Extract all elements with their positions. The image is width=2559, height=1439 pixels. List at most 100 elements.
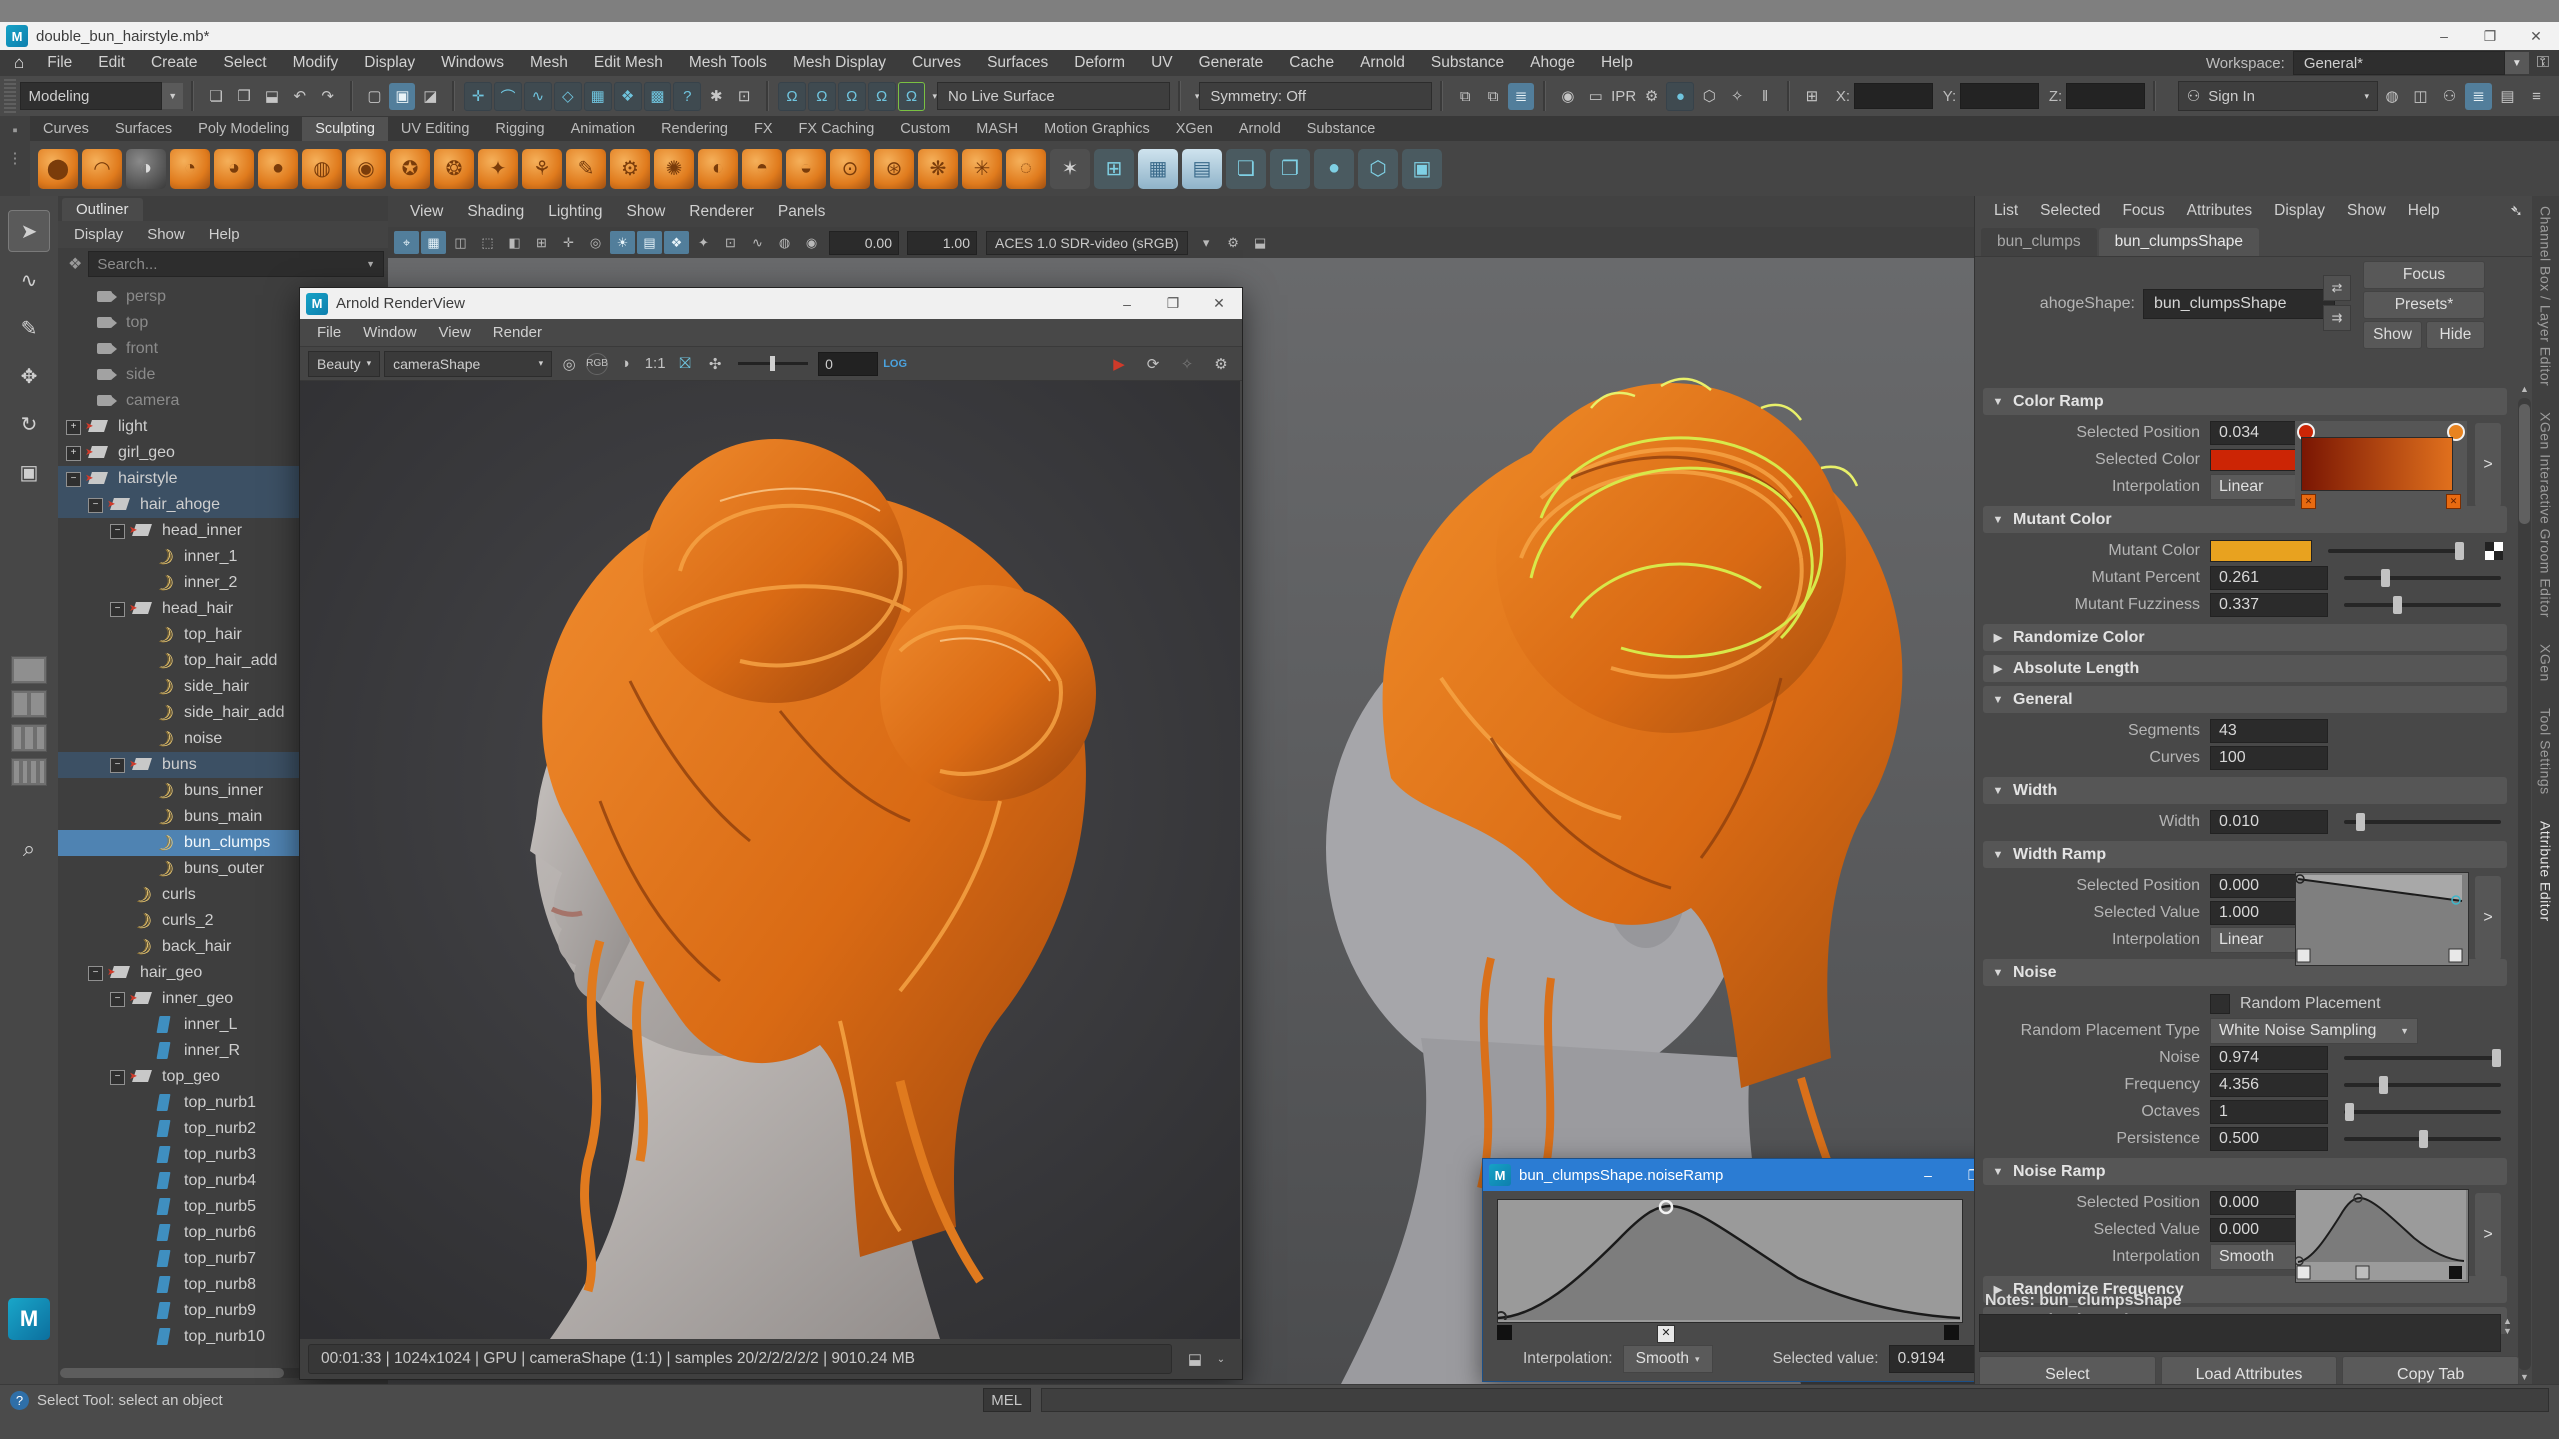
open-scene-icon[interactable]: ❒ xyxy=(231,83,257,110)
substance-badge-icon[interactable]: ◍ xyxy=(2379,83,2405,110)
smooth-tool-icon[interactable]: ◠ xyxy=(82,149,122,189)
viewport-settings-icon[interactable]: ⚙ xyxy=(1221,231,1246,254)
section-randomize-color[interactable]: ▶Randomize Color xyxy=(1983,624,2507,651)
octaves-field[interactable]: 1 xyxy=(2210,1100,2328,1124)
texture-icon[interactable]: ◍ xyxy=(772,231,797,254)
layout-single-button[interactable] xyxy=(11,656,47,684)
move-tool[interactable]: ✥ xyxy=(9,356,49,396)
shelf-tab[interactable]: Arnold xyxy=(1226,117,1294,141)
ramp-delete-right[interactable]: ✕ xyxy=(2446,494,2461,509)
tree-expander[interactable]: − xyxy=(66,472,81,487)
menubar-item[interactable]: Mesh xyxy=(517,50,581,76)
colorspace-select[interactable]: ACES 1.0 SDR-video (sRGB) xyxy=(986,231,1188,255)
selection-lock-icon[interactable]: ✱ xyxy=(703,83,729,110)
outliner-menu-item[interactable]: Display xyxy=(64,223,133,246)
menubar-item[interactable]: Select xyxy=(211,50,280,76)
snap-magnet-grid-icon[interactable]: Ω xyxy=(778,82,806,111)
material-sphere-icon[interactable]: ● xyxy=(1666,82,1694,111)
field-chart-icon[interactable]: ⊞ xyxy=(529,231,554,254)
select-hierarchy-icon[interactable]: ▢ xyxy=(362,83,388,110)
freeze-tool-icon[interactable]: ◒ xyxy=(786,149,826,189)
noise-ramp-window[interactable]: M bun_clumpsShape.noiseRamp – ❐ ✕ ✕ Inte… xyxy=(1482,1158,2044,1382)
ao-icon[interactable]: ❖ xyxy=(664,231,689,254)
show-button[interactable]: Show xyxy=(2363,321,2422,349)
grid-coords-icon[interactable]: ⊞ xyxy=(1799,83,1825,110)
pin-icon[interactable]: ➴ xyxy=(2510,201,2523,221)
right-panel-tab[interactable]: Tool Settings xyxy=(2538,708,2554,795)
foamy-tool-icon[interactable]: ◍ xyxy=(302,149,342,189)
shelf-tab[interactable]: Surfaces xyxy=(102,117,185,141)
attribute-editor-menu-item[interactable]: Focus xyxy=(2111,202,2175,220)
safe-title-icon[interactable]: ◎ xyxy=(583,231,608,254)
tree-expander[interactable]: − xyxy=(110,524,125,539)
tree-expander[interactable]: − xyxy=(110,758,125,773)
right-panel-tab[interactable]: Attribute Editor xyxy=(2538,821,2554,922)
log-display-icon[interactable]: LOG xyxy=(882,352,908,376)
outliner-filter-icon[interactable]: ❖ xyxy=(68,254,82,274)
menu-set-arrow-icon[interactable]: ▼ xyxy=(162,83,183,109)
knife-tool-icon[interactable]: ⚙ xyxy=(610,149,650,189)
noise-ramp-graph[interactable] xyxy=(1497,1199,1963,1323)
workspace-select[interactable]: General* xyxy=(2293,51,2505,75)
spray-tool-icon[interactable]: ◉ xyxy=(346,149,386,189)
outliner-tab[interactable]: Outliner xyxy=(62,198,143,221)
home-icon[interactable]: ⌂ xyxy=(14,53,24,73)
renderview-menu-item[interactable]: View xyxy=(428,324,482,341)
smear-tool-icon[interactable]: ✺ xyxy=(654,149,694,189)
snap-magnet-point-icon[interactable]: Ω xyxy=(838,82,866,111)
renderview-maximize-button[interactable]: ❐ xyxy=(1150,290,1196,318)
mel-toggle[interactable]: MEL xyxy=(983,1388,1031,1412)
width-ramp-widget[interactable] xyxy=(2295,872,2469,966)
octaves-slider[interactable] xyxy=(2344,1110,2501,1114)
noise-ramp-widget[interactable] xyxy=(2295,1189,2469,1283)
renderview-menu-item[interactable]: Render xyxy=(482,324,553,341)
attribute-editor-tab[interactable]: bun_clumps xyxy=(1981,228,2097,256)
film-gate-icon[interactable]: ◫ xyxy=(448,231,473,254)
window-maximize-button[interactable]: ❐ xyxy=(2467,22,2513,50)
colorspace-arrow-icon[interactable]: ▾ xyxy=(1194,231,1219,254)
section-width[interactable]: ▼Width xyxy=(1983,777,2507,804)
crop-region-icon[interactable]: ⛝ xyxy=(672,352,698,376)
snap-magnet-curve-icon[interactable]: Ω xyxy=(808,82,836,111)
snap-point-icon[interactable]: ∿ xyxy=(524,82,552,111)
ramp-handle-selected[interactable]: ✕ xyxy=(1657,1325,1675,1343)
zoom-ratio-label[interactable]: 1:1 xyxy=(642,352,668,376)
workspace-dropdown-arrow-icon[interactable]: ▼ xyxy=(2505,52,2529,74)
color-ramp-expand-button[interactable]: > xyxy=(2475,423,2501,507)
noise-ramp-expand-button[interactable]: > xyxy=(2475,1193,2501,1277)
noise-ramp-minimize-button[interactable]: – xyxy=(1905,1161,1951,1189)
menubar-item[interactable]: Edit Mesh xyxy=(581,50,676,76)
statusline-grip[interactable] xyxy=(4,79,16,113)
fill-tool-icon[interactable]: ✎ xyxy=(566,149,606,189)
shelf-tab[interactable]: MASH xyxy=(963,117,1031,141)
image-icon[interactable]: ▦ xyxy=(1138,149,1178,189)
save-scene-icon[interactable]: ⬓ xyxy=(259,83,285,110)
grab-tool-icon[interactable]: ◔ xyxy=(170,149,210,189)
width-field[interactable]: 0.010 xyxy=(2210,810,2328,834)
snap-mesh-icon[interactable]: ▦ xyxy=(584,82,612,111)
focus-button[interactable]: Focus xyxy=(2363,261,2485,289)
wax-tool-icon[interactable]: ✦ xyxy=(478,149,518,189)
snap-view-plane-icon[interactable]: ◇ xyxy=(554,82,582,111)
layout-four-pane-button[interactable] xyxy=(11,758,47,786)
menubar-item[interactable]: UV xyxy=(1138,50,1186,76)
noise-ramp-titlebar[interactable]: M bun_clumpsShape.noiseRamp – ❐ ✕ xyxy=(1483,1159,2043,1191)
wireframe-icon[interactable]: ∿ xyxy=(745,231,770,254)
tree-expander[interactable]: − xyxy=(110,602,125,617)
snap-help-icon[interactable]: ? xyxy=(673,82,701,111)
shelf-tab[interactable]: XGen xyxy=(1163,117,1226,141)
menubar-item[interactable]: Edit xyxy=(85,50,138,76)
shelf-menu-icon[interactable]: ▪ xyxy=(12,122,17,139)
ipr-render-icon[interactable]: IPR xyxy=(1611,83,1637,110)
shelf-tab[interactable]: UV Editing xyxy=(388,117,483,141)
frequency-slider[interactable] xyxy=(2344,1083,2501,1087)
shadows-icon[interactable]: ▤ xyxy=(637,231,662,254)
persistence-slider[interactable] xyxy=(2344,1137,2501,1141)
window-close-button[interactable]: ✕ xyxy=(2513,22,2559,50)
attribute-editor-menu-item[interactable]: Show xyxy=(2336,202,2397,220)
xray-icon[interactable]: ⊡ xyxy=(718,231,743,254)
menubar-item[interactable]: Cache xyxy=(1276,50,1347,76)
mask-tool-icon[interactable]: ⊛ xyxy=(874,149,914,189)
cube-icon[interactable]: ▣ xyxy=(1402,149,1442,189)
tree-expander[interactable]: − xyxy=(110,992,125,1007)
